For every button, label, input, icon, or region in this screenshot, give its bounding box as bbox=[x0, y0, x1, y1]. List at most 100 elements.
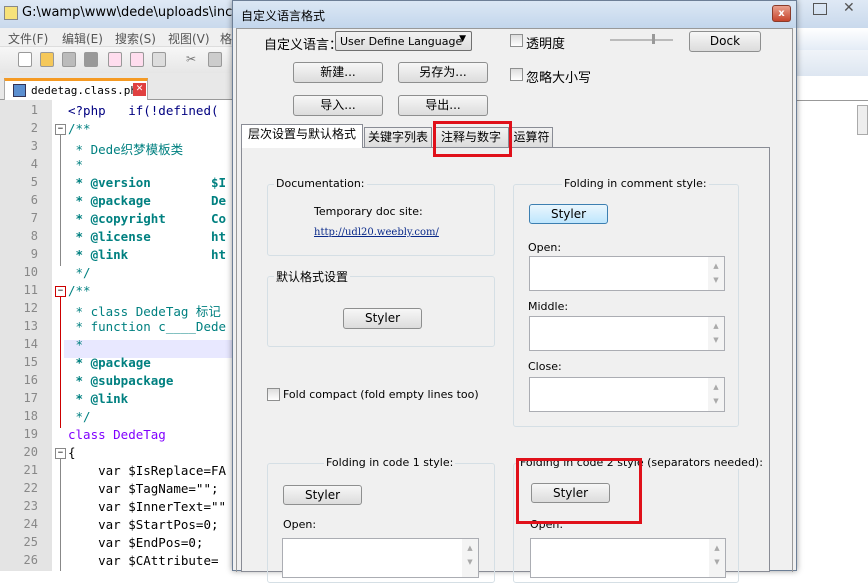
new-button[interactable]: 新建... bbox=[293, 62, 383, 83]
export-button[interactable]: 导出... bbox=[398, 95, 488, 116]
code-editor[interactable]: 1 <?php if(!defined(2−/** 3 * Dede织梦模板类 4 *… bbox=[0, 100, 234, 571]
menu-file[interactable]: 文件(F) bbox=[8, 30, 48, 47]
line-number: 6 bbox=[30, 193, 38, 207]
comment-open-input[interactable]: ▲ ▼ bbox=[529, 256, 725, 291]
code-line: */ bbox=[68, 409, 91, 424]
line-number: 7 bbox=[30, 211, 38, 225]
default-styler-button[interactable]: Styler bbox=[343, 308, 422, 329]
scroll-arrows-icon[interactable]: ▲ ▼ bbox=[709, 539, 725, 577]
line-number: 17 bbox=[23, 391, 38, 405]
comment-fold-title: Folding in comment style: bbox=[562, 177, 709, 190]
new-file-icon[interactable] bbox=[18, 52, 32, 67]
fold-toggle-icon[interactable]: − bbox=[55, 286, 66, 297]
copy-icon[interactable] bbox=[208, 52, 222, 67]
transparency-slider[interactable] bbox=[610, 39, 673, 41]
main-window-right: ✕ bbox=[795, 0, 868, 571]
code-line: * class DedeTag 标记 bbox=[68, 304, 221, 319]
code1-fold-title: Folding in code 1 style: bbox=[324, 456, 456, 469]
comment-fold-group: Folding in comment style: Styler Open: ▲… bbox=[513, 177, 739, 427]
save-icon[interactable] bbox=[62, 52, 76, 67]
menu-search[interactable]: 搜索(S) bbox=[115, 30, 156, 47]
restore-icon[interactable] bbox=[813, 3, 827, 15]
code-line: * @subpackage bbox=[68, 373, 174, 388]
slider-thumb[interactable] bbox=[652, 34, 655, 44]
transparency-checkbox[interactable] bbox=[510, 34, 523, 47]
tab-keywords[interactable]: 关键字列表 bbox=[364, 127, 432, 147]
comment-open-label: Open: bbox=[528, 241, 562, 254]
code-line: class DedeTag bbox=[68, 427, 166, 442]
dialog-title: 自定义语言格式 bbox=[241, 9, 326, 23]
highlight-box-tab bbox=[433, 121, 512, 157]
close-tab-icon[interactable]: ✕ bbox=[133, 83, 146, 96]
code-line: * @license ht bbox=[68, 229, 227, 244]
code-line: * bbox=[68, 157, 84, 172]
code-line: * @copyright Co bbox=[68, 211, 227, 226]
ignore-case-checkbox[interactable] bbox=[510, 68, 523, 81]
open-file-icon[interactable] bbox=[40, 52, 54, 67]
comment-close-label: Close: bbox=[528, 360, 562, 373]
code-line: * @link bbox=[68, 391, 129, 406]
import-button[interactable]: 导入... bbox=[293, 95, 383, 116]
file-tab-label: dedetag.class.php bbox=[31, 84, 144, 97]
code-line: /** bbox=[68, 121, 91, 136]
code1-open-input[interactable]: ▲ ▼ bbox=[282, 538, 479, 578]
code-line: <?php if(!defined( bbox=[68, 103, 219, 118]
cut-icon[interactable]: ✂ bbox=[186, 52, 200, 67]
scroll-arrows-icon[interactable]: ▲ ▼ bbox=[462, 539, 478, 577]
documentation-group: Documentation: Temporary doc site: http:… bbox=[267, 177, 495, 256]
fold-compact-checkbox[interactable] bbox=[267, 388, 280, 401]
code-line: var $IsReplace=FA bbox=[68, 463, 227, 478]
print-icon[interactable] bbox=[152, 52, 166, 67]
transparency-label: 透明度 bbox=[526, 37, 566, 52]
code-line: /** bbox=[68, 283, 91, 298]
line-number: 12 bbox=[23, 301, 38, 315]
fold-compact-label: Fold compact (fold empty lines too) bbox=[283, 388, 479, 401]
dock-button[interactable]: Dock bbox=[689, 31, 761, 52]
comment-styler-button[interactable]: Styler bbox=[529, 204, 608, 224]
line-number: 20 bbox=[23, 445, 38, 459]
code2-open-input[interactable]: ▲ ▼ bbox=[530, 538, 726, 578]
language-label: 自定义语言： bbox=[264, 38, 343, 53]
file-tab[interactable]: dedetag.class.php ✕ bbox=[4, 78, 148, 100]
documentation-title: Documentation: bbox=[274, 177, 367, 190]
line-number: 19 bbox=[23, 427, 38, 441]
code1-styler-button[interactable]: Styler bbox=[283, 485, 362, 505]
close-all-icon[interactable] bbox=[130, 52, 144, 67]
comment-close-input[interactable]: ▲ ▼ bbox=[529, 377, 725, 412]
line-number: 23 bbox=[23, 499, 38, 513]
fold-line bbox=[60, 130, 61, 266]
save-all-icon[interactable] bbox=[84, 52, 98, 67]
line-number: 4 bbox=[30, 157, 38, 171]
tab-folding-default[interactable]: 层次设置与默认格式 bbox=[241, 124, 363, 148]
code1-open-label: Open: bbox=[283, 518, 317, 531]
dialog-title-bar: 自定义语言格式 x bbox=[233, 1, 796, 28]
code-line: */ bbox=[68, 265, 91, 280]
fold-toggle-icon[interactable]: − bbox=[55, 448, 66, 459]
line-number: 5 bbox=[30, 175, 38, 189]
main-window-title: G:\wamp\www\dede\uploads\includ bbox=[22, 5, 253, 20]
vertical-scrollbar[interactable] bbox=[857, 105, 868, 135]
scroll-arrows-icon[interactable]: ▲ ▼ bbox=[708, 257, 724, 290]
close-file-icon[interactable] bbox=[108, 52, 122, 67]
tab-operators[interactable]: 运算符 bbox=[510, 127, 553, 147]
fold-line-active bbox=[60, 292, 61, 428]
fold-toggle-icon[interactable]: − bbox=[55, 124, 66, 135]
line-number: 3 bbox=[30, 139, 38, 153]
code-line: var $InnerText="" bbox=[68, 499, 227, 514]
save-as-button[interactable]: 另存为... bbox=[398, 62, 488, 83]
menu-view[interactable]: 视图(V) bbox=[168, 30, 210, 47]
highlight-box-styler bbox=[516, 458, 642, 524]
code-line: * @package De bbox=[68, 193, 227, 208]
line-number: 1 bbox=[30, 103, 38, 117]
comment-middle-input[interactable]: ▲ ▼ bbox=[529, 316, 725, 351]
notepad-app-icon bbox=[4, 6, 18, 20]
scroll-arrows-icon[interactable]: ▲ ▼ bbox=[708, 317, 724, 350]
scroll-arrows-icon[interactable]: ▲ ▼ bbox=[708, 378, 724, 411]
code-line: * Dede织梦模板类 bbox=[68, 142, 184, 157]
dialog-close-button[interactable]: x bbox=[772, 5, 791, 22]
close-window-icon[interactable]: ✕ bbox=[843, 0, 855, 16]
language-select[interactable]: User Define Language ▼ bbox=[335, 31, 472, 51]
menu-edit[interactable]: 编辑(E) bbox=[62, 30, 103, 47]
menu-format[interactable]: 格 bbox=[220, 30, 232, 47]
doc-site-link[interactable]: http://udl20.weebly.com/ bbox=[314, 227, 439, 238]
